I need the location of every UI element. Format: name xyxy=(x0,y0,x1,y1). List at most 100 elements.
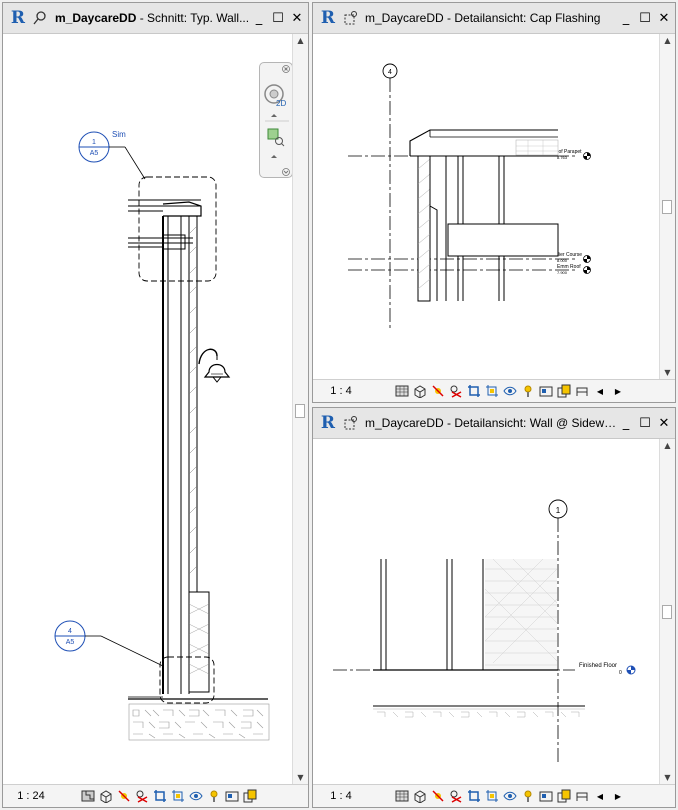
vertical-scrollbar[interactable]: ▲ ▼ xyxy=(659,439,675,785)
scroll-down-icon[interactable]: ▼ xyxy=(660,771,675,785)
scale-label[interactable]: 1 : 4 xyxy=(313,790,369,802)
crop-region-icon[interactable] xyxy=(171,789,185,803)
scroll-right-icon[interactable]: ▶ xyxy=(611,789,625,803)
worksharing-icon[interactable] xyxy=(557,789,571,803)
shadows-icon[interactable] xyxy=(449,789,463,803)
visual-style-icon[interactable] xyxy=(413,384,427,398)
crop-view-icon[interactable] xyxy=(153,789,167,803)
level-head-icon[interactable] xyxy=(583,266,591,274)
vertical-scrollbar[interactable]: ▲ ▼ xyxy=(659,34,675,380)
scroll-thumb[interactable] xyxy=(662,200,672,214)
view-control-bar: 1 : 24 xyxy=(3,784,308,807)
minimize-button[interactable]: _ xyxy=(618,415,634,431)
callout-boundary[interactable] xyxy=(138,176,217,282)
scroll-down-icon[interactable]: ▼ xyxy=(660,366,675,380)
scroll-left-icon[interactable]: ◀ xyxy=(593,384,607,398)
sun-path-icon[interactable] xyxy=(117,789,131,803)
level-elevation: 8.763 xyxy=(557,155,568,160)
title-bar[interactable]: R m_DaycareDD - Schnitt: Typ. Wall... _ … xyxy=(3,3,308,34)
level-elevation: 8.000 xyxy=(557,258,568,263)
visual-style-icon[interactable] xyxy=(99,789,113,803)
detail-tag[interactable]: 4 A5 xyxy=(54,620,164,667)
temporary-view-icon[interactable] xyxy=(225,789,239,803)
drawing-canvas[interactable]: 1 Finished Floor 0 xyxy=(313,439,659,787)
grid-bubble-label: 1 xyxy=(556,506,561,515)
scroll-down-icon[interactable]: ▼ xyxy=(293,771,308,785)
maximize-button[interactable]: ☐ xyxy=(637,415,653,431)
level-head-icon[interactable] xyxy=(583,152,591,160)
revit-logo-icon: R xyxy=(10,8,26,28)
temporary-view-icon[interactable] xyxy=(539,384,553,398)
vertical-scrollbar[interactable]: ▲ ▼ xyxy=(292,34,308,785)
crop-view-icon[interactable] xyxy=(467,384,481,398)
maximize-button[interactable]: ☐ xyxy=(270,10,286,26)
scale-label[interactable]: 1 : 4 xyxy=(313,385,369,397)
section-tag-number: 1 xyxy=(92,139,96,146)
sun-path-icon[interactable] xyxy=(431,384,445,398)
crop-view-icon[interactable] xyxy=(467,789,481,803)
section-view-icon xyxy=(31,9,49,27)
drawing-canvas[interactable]: 1 A5 Sim 4 A5 2D xyxy=(3,34,292,786)
minimize-button[interactable]: _ xyxy=(251,10,267,26)
reveal-hidden-icon[interactable] xyxy=(521,789,535,803)
close-button[interactable]: ✕ xyxy=(656,415,672,431)
window-title: m_DaycareDD - Schnitt: Typ. Wall... xyxy=(55,11,250,25)
shadows-icon[interactable] xyxy=(135,789,149,803)
cap-flashing-drawing: 4 Top of Parapet 8.763 Soldier Course 8.… xyxy=(348,63,591,330)
scroll-up-icon[interactable]: ▲ xyxy=(293,34,308,48)
level-head-icon[interactable] xyxy=(583,255,591,263)
navbar-zoom-label: 2D xyxy=(276,99,286,108)
analytical-model-icon[interactable] xyxy=(575,384,589,398)
worksharing-icon[interactable] xyxy=(243,789,257,803)
reveal-hidden-icon[interactable] xyxy=(207,789,221,803)
chevron-down-icon[interactable] xyxy=(271,155,277,158)
crop-region-icon[interactable] xyxy=(485,789,499,803)
temporary-view-icon[interactable] xyxy=(539,789,553,803)
title-bar[interactable]: R m_DaycareDD - Detailansicht: Wall @ Si… xyxy=(313,408,675,439)
section-tag-note: Sim xyxy=(112,130,126,139)
window-title: m_DaycareDD - Detailansicht: Cap Flashin… xyxy=(365,11,601,25)
zoom-region-icon[interactable] xyxy=(267,128,285,147)
crop-region-icon[interactable] xyxy=(485,384,499,398)
drawing-canvas[interactable]: 4 Top of Parapet 8.763 Soldier Course 8.… xyxy=(313,34,659,382)
section-drawing: 1 A5 Sim 4 A5 xyxy=(54,130,270,741)
visual-style-icon[interactable] xyxy=(413,789,427,803)
scroll-left-icon[interactable]: ◀ xyxy=(593,789,607,803)
detail-view-icon xyxy=(341,414,359,432)
close-button[interactable]: ✕ xyxy=(289,10,305,26)
level-elevation: 0 xyxy=(619,670,622,676)
navigation-bar[interactable]: 2D xyxy=(259,62,292,178)
cap-flashing-window[interactable]: R m_DaycareDD - Detailansicht: Cap Flash… xyxy=(312,2,676,403)
scroll-right-icon[interactable]: ▶ xyxy=(611,384,625,398)
brick-pattern xyxy=(485,559,557,670)
scroll-thumb[interactable] xyxy=(662,605,672,619)
section-tag[interactable]: 1 A5 Sim xyxy=(78,130,146,180)
shadows-icon[interactable] xyxy=(449,384,463,398)
scroll-up-icon[interactable]: ▲ xyxy=(660,34,675,48)
detail-level-icon[interactable] xyxy=(395,789,409,803)
minimize-button[interactable]: _ xyxy=(618,10,634,26)
wall-sidewalk-window[interactable]: R m_DaycareDD - Detailansicht: Wall @ Si… xyxy=(312,407,676,808)
scroll-up-icon[interactable]: ▲ xyxy=(660,439,675,453)
reveal-hidden-icon[interactable] xyxy=(521,384,535,398)
scroll-thumb[interactable] xyxy=(295,404,305,418)
temporary-hide-icon[interactable] xyxy=(503,384,517,398)
detail-tag-sheet: A5 xyxy=(66,639,75,646)
close-icon[interactable] xyxy=(282,65,290,73)
section-view-window[interactable]: R m_DaycareDD - Schnitt: Typ. Wall... _ … xyxy=(2,2,309,808)
detail-level-icon[interactable] xyxy=(395,384,409,398)
temporary-hide-icon[interactable] xyxy=(503,789,517,803)
chevron-down-icon[interactable] xyxy=(271,114,277,117)
maximize-button[interactable]: ☐ xyxy=(637,10,653,26)
scale-label[interactable]: 1 : 24 xyxy=(3,790,59,802)
level-head-icon[interactable] xyxy=(626,665,636,675)
analytical-model-icon[interactable] xyxy=(575,789,589,803)
close-button[interactable]: ✕ xyxy=(656,10,672,26)
title-bar[interactable]: R m_DaycareDD - Detailansicht: Cap Flash… xyxy=(313,3,675,34)
sun-path-icon[interactable] xyxy=(431,789,445,803)
worksharing-icon[interactable] xyxy=(557,384,571,398)
detail-level-icon[interactable] xyxy=(81,789,95,803)
navbar-menu-icon[interactable] xyxy=(282,168,290,176)
temporary-hide-icon[interactable] xyxy=(189,789,203,803)
view-control-bar: 1 : 4 ◀ ▶ xyxy=(313,784,675,807)
